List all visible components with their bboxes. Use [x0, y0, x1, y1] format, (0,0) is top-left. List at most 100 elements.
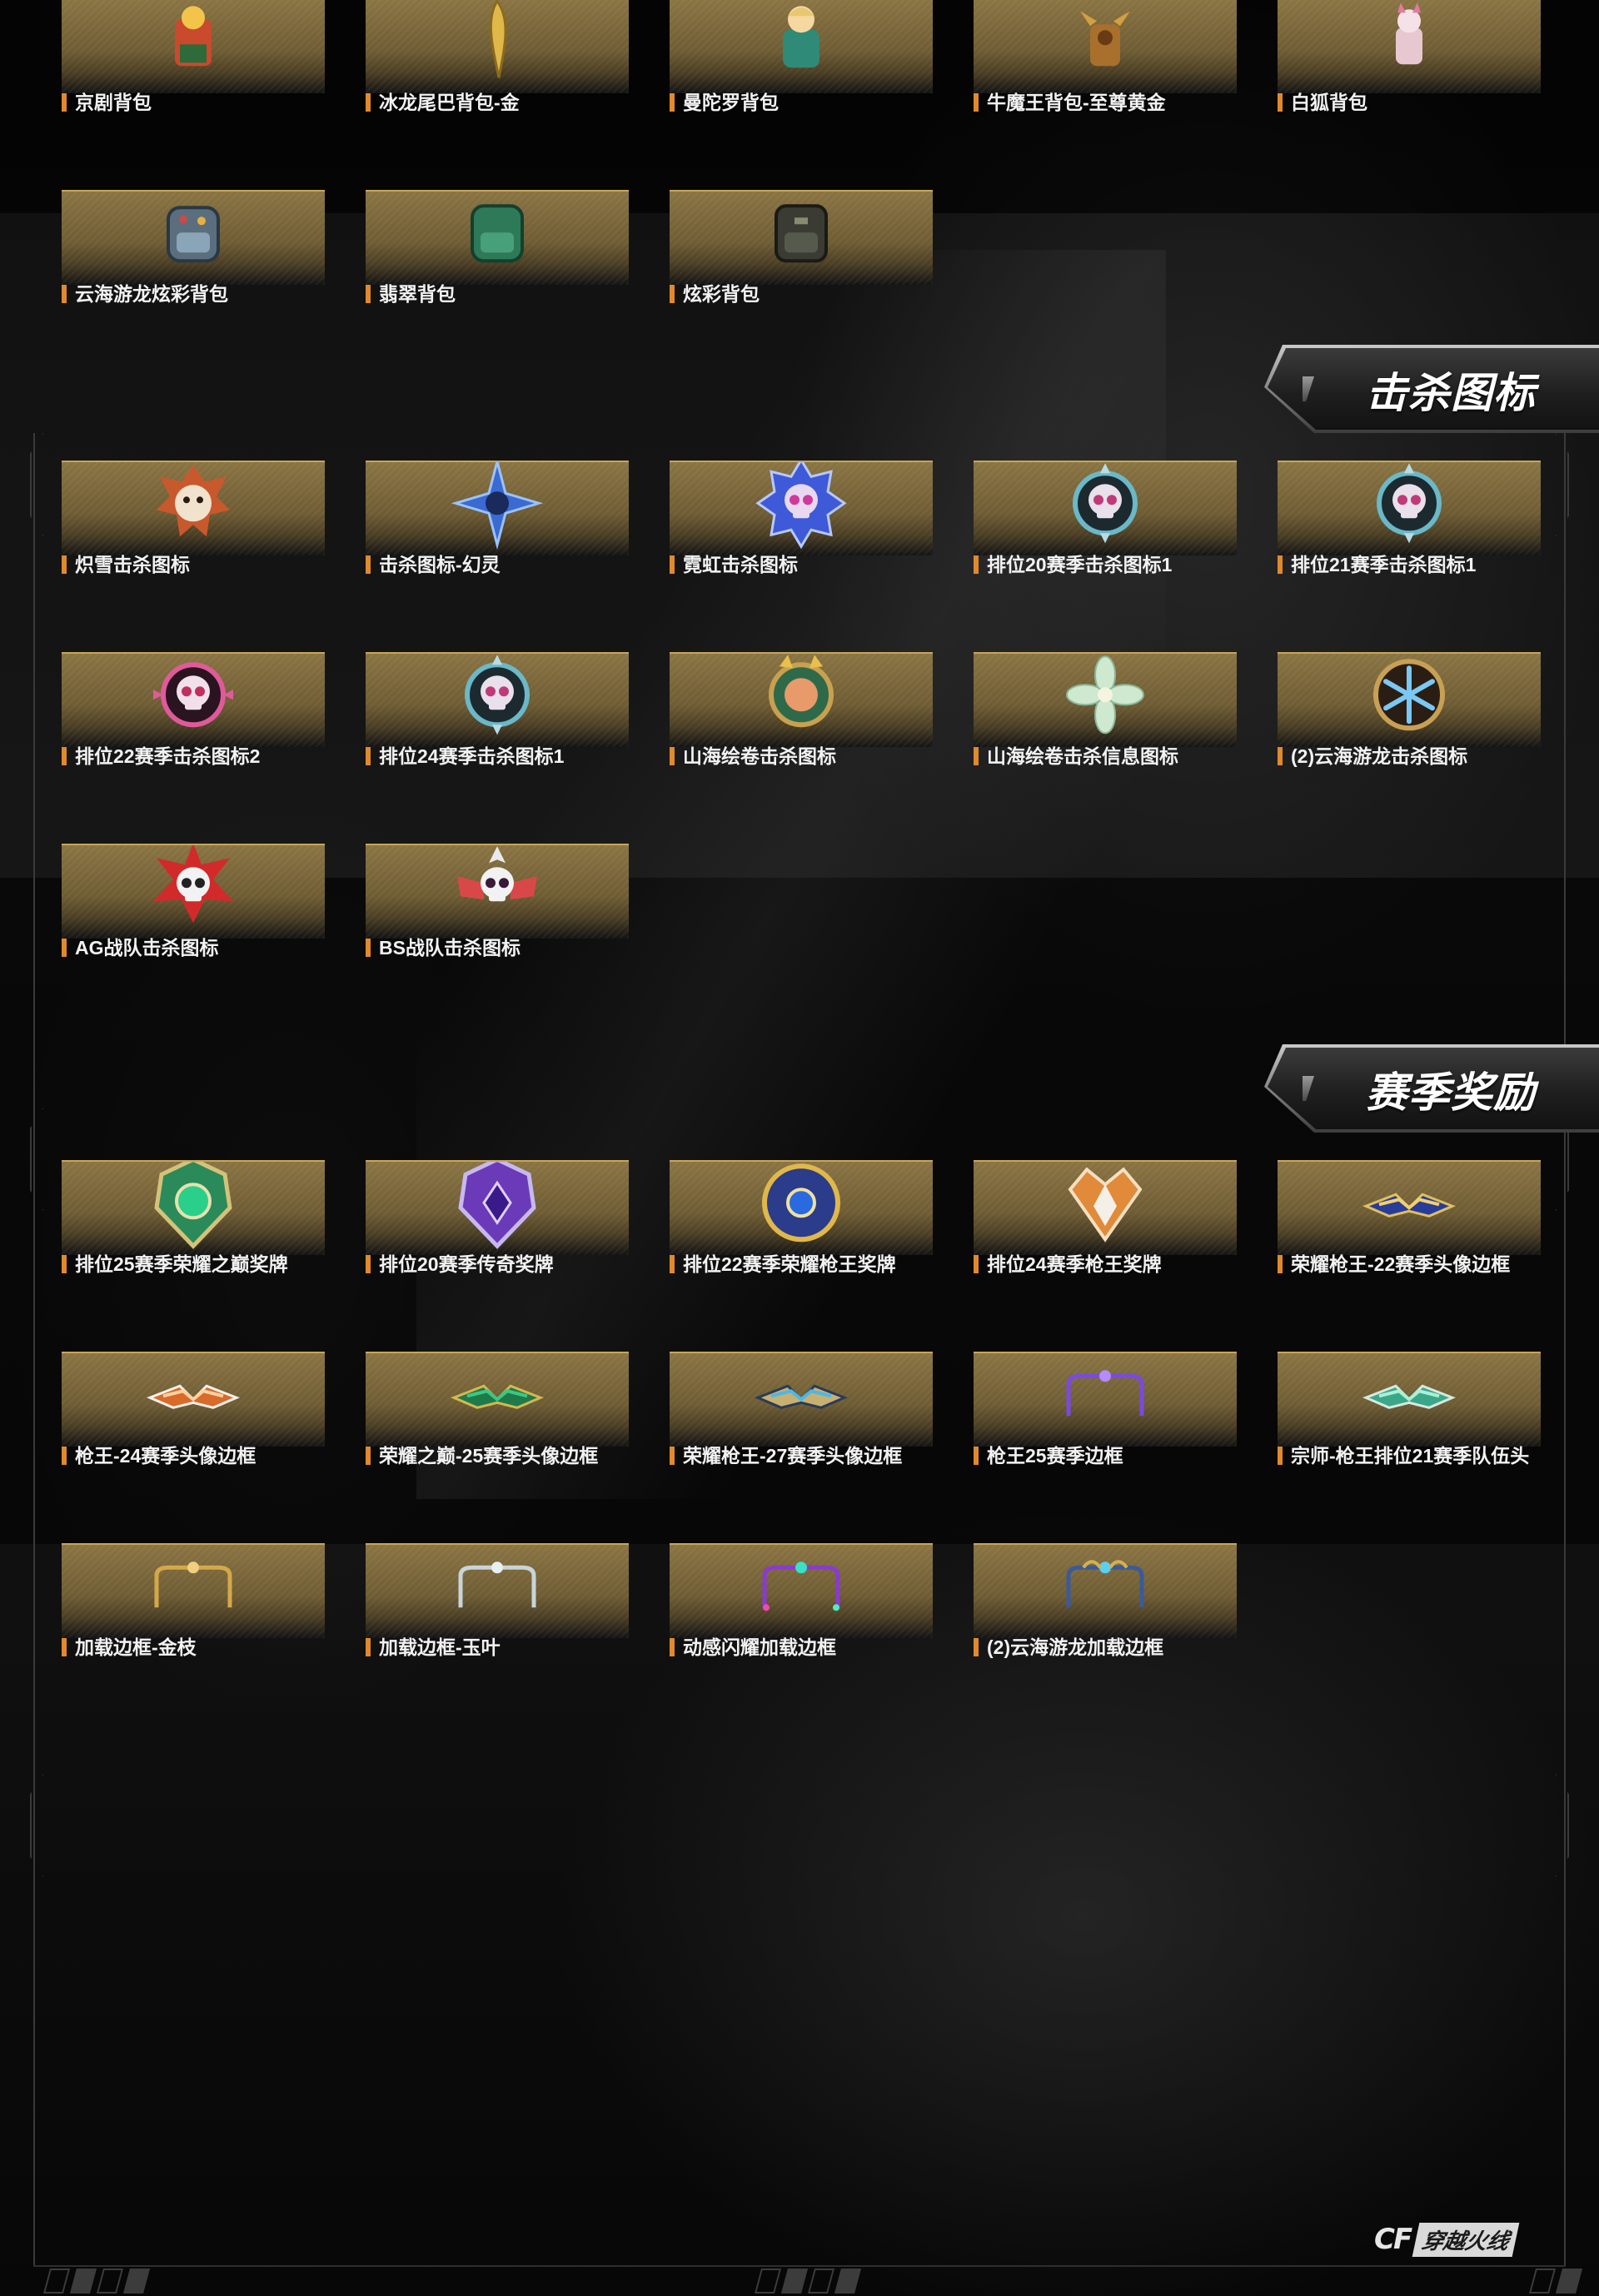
item-card[interactable]: [670, 0, 933, 93]
item-card[interactable]: [366, 1352, 629, 1447]
sparkle-frame-icon: [755, 1545, 848, 1632]
scroll-kill-emblem-icon: [755, 654, 848, 741]
item-card[interactable]: [974, 461, 1237, 555]
item-card[interactable]: [366, 1160, 629, 1255]
white-fox-backpack-icon: [1362, 0, 1456, 87]
skull-kill-emblem-icon: [1362, 462, 1456, 550]
winged-frame-orange-icon: [147, 1353, 240, 1441]
item-card[interactable]: [974, 1352, 1237, 1447]
purple-border-frame-icon: [1059, 1353, 1152, 1441]
item-label: 荣耀之巅-25赛季头像边框: [366, 1443, 640, 1468]
colorful-backpack-icon: [147, 192, 240, 279]
item-label: 山海绘卷击杀图标: [670, 744, 944, 769]
orange-medal-icon: [1059, 1162, 1152, 1249]
golden-dragon-tail-icon: [451, 0, 544, 87]
item-card[interactable]: [366, 190, 629, 285]
item-card[interactable]: [670, 190, 933, 285]
winged-frame-blue-icon: [1362, 1162, 1456, 1249]
purple-medal-icon: [451, 1162, 544, 1249]
item-label: 排位20赛季传奇奖牌: [366, 1252, 640, 1277]
item-label: 排位21赛季击杀图标1: [1278, 552, 1537, 577]
item-card[interactable]: [62, 0, 325, 93]
blue-gold-medal-icon: [755, 1162, 848, 1249]
item-card[interactable]: [1278, 652, 1541, 747]
item-label: 枪王25赛季边框: [974, 1443, 1248, 1468]
item-card[interactable]: [974, 1543, 1237, 1638]
jade-backpack-icon: [451, 192, 544, 279]
item-label: 加载边框-玉叶: [366, 1635, 640, 1660]
footer-decoration: [754, 2269, 862, 2294]
opera-figure-backpack-icon: [147, 0, 240, 87]
item-card[interactable]: [670, 1352, 933, 1447]
flower-kill-emblem-icon: [1059, 654, 1152, 741]
page: 击杀图标 赛季奖励 京剧背包 冰龙尾巴背包-金 曼陀罗背包 牛魔王背包-至尊黄金 白狐背…: [0, 0, 1599, 2296]
item-label: 排位24赛季枪王奖牌: [974, 1252, 1248, 1277]
logo-mark: CF: [1374, 2223, 1412, 2256]
item-card[interactable]: [1278, 1352, 1541, 1447]
footer-decoration: [1528, 2269, 1583, 2294]
game-logo: CF 穿越火线: [1374, 2220, 1562, 2259]
skull-kill-emblem-icon: [451, 654, 544, 741]
item-card[interactable]: [974, 1160, 1237, 1255]
beast-kill-emblem-icon: [147, 462, 240, 550]
item-card[interactable]: [1278, 1160, 1541, 1255]
item-label: 曼陀罗背包: [670, 90, 944, 115]
item-grid: 京剧背包 冰龙尾巴背包-金 曼陀罗背包 牛魔王背包-至尊黄金 白狐背包 云海游龙炫彩背包 翡…: [0, 0, 1599, 2296]
item-label: 排位22赛季荣耀枪王奖牌: [670, 1252, 944, 1277]
item-label: 击杀图标-幻灵: [366, 552, 640, 577]
pink-skull-kill-emblem-icon: [147, 654, 240, 741]
dark-backpack-icon: [755, 192, 848, 279]
item-card[interactable]: [366, 1543, 629, 1638]
item-label: 炽雪击杀图标: [62, 552, 336, 577]
winged-skull-kill-emblem-icon: [451, 845, 544, 933]
red-skull-kill-emblem-icon: [147, 845, 240, 933]
item-card[interactable]: [974, 0, 1237, 93]
item-label: 排位20赛季击杀图标1: [974, 552, 1248, 577]
blue-blade-kill-emblem-icon: [451, 462, 544, 550]
item-card[interactable]: [62, 652, 325, 747]
bull-demon-backpack-icon: [1059, 0, 1152, 87]
winged-frame-green-icon: [451, 1353, 544, 1441]
item-card[interactable]: [62, 1160, 325, 1255]
item-card[interactable]: [62, 461, 325, 555]
item-card[interactable]: [1278, 461, 1541, 555]
snowflake-kill-emblem-icon: [1362, 654, 1456, 741]
item-label: 排位25赛季荣耀之巅奖牌: [62, 1252, 336, 1277]
item-label: 霓虹击杀图标: [670, 552, 944, 577]
item-card[interactable]: [62, 190, 325, 285]
item-card[interactable]: [1278, 0, 1541, 93]
item-label: 翡翠背包: [366, 281, 640, 306]
item-card[interactable]: [366, 461, 629, 555]
item-label: (2)云海游龙加载边框: [974, 1635, 1248, 1660]
item-card[interactable]: [366, 652, 629, 747]
doll-backpack-icon: [755, 0, 848, 87]
item-label: 荣耀枪王-27赛季头像边框: [670, 1443, 944, 1468]
item-label: 炫彩背包: [670, 281, 944, 306]
item-card[interactable]: [62, 1543, 325, 1638]
item-label: 山海绘卷击杀信息图标: [974, 744, 1248, 769]
item-label: 排位24赛季击杀图标1: [366, 744, 640, 769]
gold-branch-frame-icon: [147, 1545, 240, 1632]
item-card[interactable]: [62, 1352, 325, 1447]
item-label: 白狐背包: [1278, 90, 1537, 115]
item-label: 加载边框-金枝: [62, 1635, 336, 1660]
item-card[interactable]: [670, 1160, 933, 1255]
item-label: 动感闪耀加载边框: [670, 1635, 944, 1660]
item-card[interactable]: [62, 844, 325, 939]
skull-kill-emblem-icon: [1059, 462, 1152, 550]
item-label: 云海游龙炫彩背包: [62, 281, 336, 306]
neon-skull-kill-emblem-icon: [755, 462, 848, 550]
item-card[interactable]: [974, 652, 1237, 747]
item-label: 枪王-24赛季头像边框: [62, 1443, 336, 1468]
jade-leaf-frame-icon: [451, 1545, 544, 1632]
dragon-cloud-frame-icon: [1059, 1545, 1152, 1632]
item-label: (2)云海游龙击杀图标: [1278, 744, 1537, 769]
winged-frame-jade-icon: [1362, 1353, 1456, 1441]
item-card[interactable]: [670, 461, 933, 555]
item-label: AG战队击杀图标: [62, 935, 336, 960]
item-card[interactable]: [670, 652, 933, 747]
item-card[interactable]: [366, 0, 629, 93]
item-label: 牛魔王背包-至尊黄金: [974, 90, 1248, 115]
item-card[interactable]: [670, 1543, 933, 1638]
item-card[interactable]: [366, 844, 629, 939]
